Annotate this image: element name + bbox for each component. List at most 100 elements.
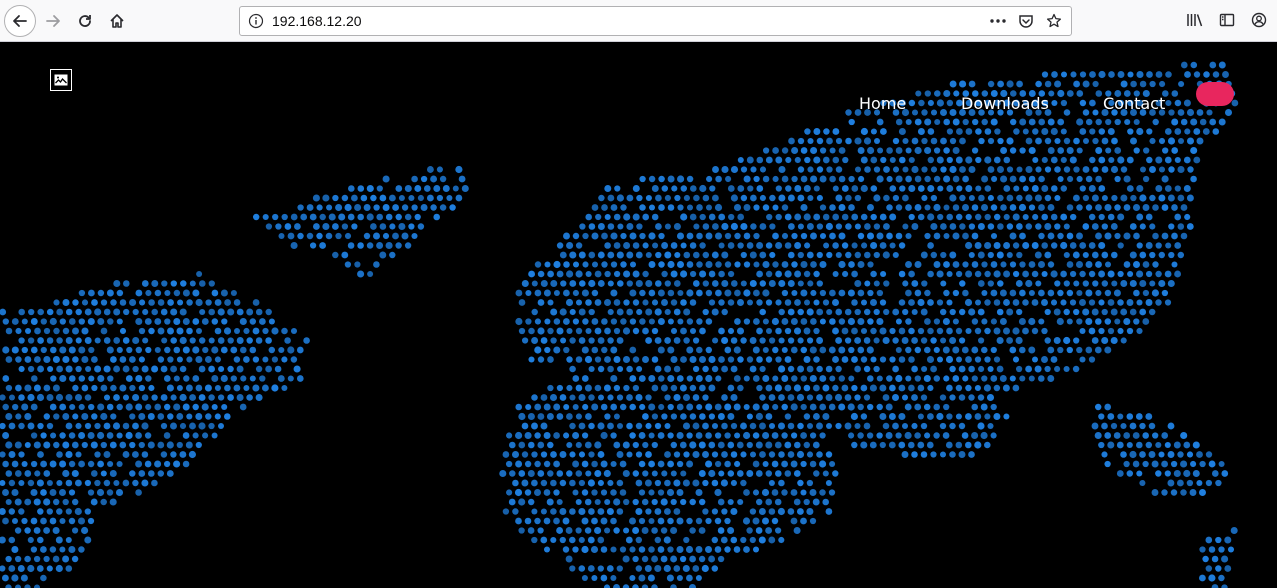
nav-cta-button[interactable] [1196,82,1234,106]
home-button[interactable] [102,6,132,36]
map-dot [676,517,684,525]
map-dot [1161,460,1169,468]
map-dot [0,451,6,458]
map-dot [1088,299,1096,306]
map-dot [952,118,960,126]
map-dot [2,318,9,325]
map-dot [78,432,86,439]
map-dot [743,204,751,211]
map-dot [255,337,263,344]
map-dot [275,223,282,230]
map-dot [720,536,728,544]
back-button[interactable] [4,5,36,37]
page-actions-button[interactable] [987,10,1009,32]
map-dot [778,536,785,544]
map-dot [157,299,165,306]
map-dot [781,489,788,496]
map-dot [749,536,756,544]
map-dot [578,422,586,430]
nav-home-link[interactable]: Home [859,94,906,113]
address-bar[interactable]: 192.168.12.20 [239,6,1072,36]
map-dot [408,223,415,230]
map-dot [1224,536,1232,544]
map-dot [585,270,592,278]
map-dot [635,507,643,516]
map-dot [531,536,538,544]
map-dot [508,498,516,506]
map-dot [1015,365,1023,373]
map-dot [996,308,1004,316]
map-dot [924,432,931,439]
reload-button[interactable] [70,6,100,36]
map-dot [826,251,833,259]
map-dot [790,318,798,325]
map-dot [638,489,646,496]
map-dot [540,422,548,430]
map-dot [122,365,130,373]
map-dot [956,185,963,192]
map-dot [617,280,624,287]
map-dot [797,308,804,316]
map-dot [727,526,735,535]
map-dot [800,260,808,269]
map-dot [357,242,364,249]
map-dot [1006,251,1013,259]
map-dot [975,299,981,306]
map-dot [882,223,890,230]
map-dot [179,451,187,458]
sidebar-button[interactable] [1215,8,1239,32]
map-dot [1107,213,1115,221]
map-dot [880,270,887,278]
bookmark-button[interactable] [1043,10,1065,32]
map-dot [993,299,1001,306]
map-dot [990,432,997,439]
map-dot [952,261,960,268]
map-dot [784,299,792,306]
map-dot [939,394,947,401]
map-dot [1167,194,1175,202]
map-dot [819,460,827,468]
map-dot [277,375,285,382]
map-dot [895,204,903,211]
map-dot [626,194,634,202]
map-dot [610,432,617,439]
map-dot [613,498,621,506]
url-text[interactable]: 192.168.12.20 [272,13,362,29]
map-dot [550,479,557,487]
nav-downloads-link[interactable]: Downloads [961,94,1049,113]
map-dot [572,232,580,240]
map-dot [619,546,627,553]
map-dot [769,194,776,202]
map-dot [883,308,890,316]
map-dot [905,204,912,211]
map-dot [658,403,665,411]
map-dot [547,356,554,363]
site-logo[interactable] [50,69,72,91]
map-dot [829,460,836,468]
map-dot [1009,204,1017,211]
map-dot [955,156,963,164]
map-dot [1012,242,1020,249]
map-dot [550,337,557,344]
forward-button[interactable] [38,6,68,36]
account-button[interactable] [1247,8,1271,32]
map-dot [879,441,886,449]
map-dot [34,327,41,335]
map-dot [1152,432,1159,439]
map-dot [1088,213,1096,221]
map-dot [949,137,957,145]
map-dot [1123,317,1131,326]
info-icon[interactable] [248,13,264,29]
map-dot [202,346,209,354]
map-dot [724,289,732,297]
nav-contact-link[interactable]: Contact [1103,94,1165,113]
map-dot [218,365,225,373]
map-dot [87,517,95,525]
map-dot [455,165,463,174]
map-dot [138,327,146,335]
pocket-button[interactable] [1015,10,1037,32]
map-dot [699,242,706,249]
library-button[interactable] [1183,8,1207,32]
map-dot [803,356,811,363]
map-dot [575,327,583,335]
